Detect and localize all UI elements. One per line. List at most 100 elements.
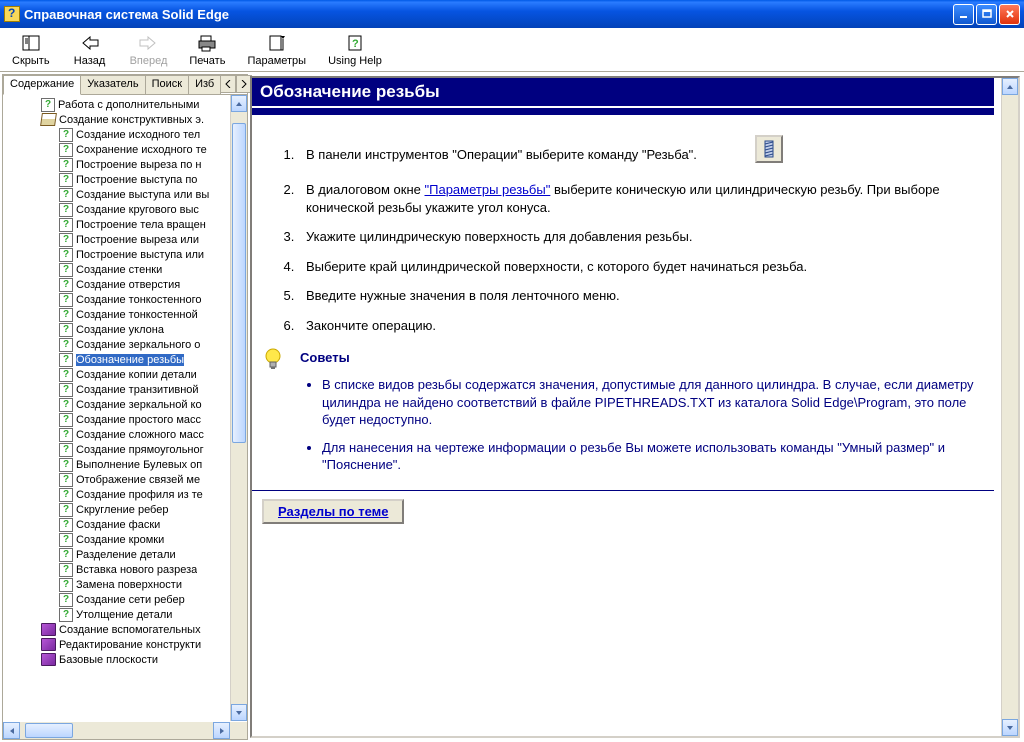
tree-item[interactable]: Базовые плоскости xyxy=(7,652,247,667)
tree-item[interactable]: ?Обозначение резьбы xyxy=(7,352,247,367)
tree-item[interactable]: ?Создание уклона xyxy=(7,322,247,337)
tree-item[interactable]: ?Работа с дополнительными xyxy=(7,97,247,112)
related-topics-link[interactable]: Разделы по теме xyxy=(278,504,388,519)
tree-item[interactable]: ?Создание прямоугольног xyxy=(7,442,247,457)
scroll-thumb[interactable] xyxy=(25,723,73,738)
help-topic-icon: ? xyxy=(59,338,73,352)
tree-item[interactable]: Создание конструктивных э. xyxy=(7,112,247,127)
tab-favorites[interactable]: Изб xyxy=(188,75,221,94)
scroll-thumb[interactable] xyxy=(232,123,246,443)
scroll-down-arrow[interactable] xyxy=(1002,719,1018,736)
tree-item[interactable]: ?Создание зеркального о xyxy=(7,337,247,352)
help-topic-icon: ? xyxy=(59,593,73,607)
help-topic-icon: ? xyxy=(59,458,73,472)
tree-item[interactable]: ?Выполнение Булевых оп xyxy=(7,457,247,472)
forward-button: Вперед xyxy=(126,31,172,69)
tree-item-label: Создание уклона xyxy=(76,324,164,336)
tree-item[interactable]: ?Создание транзитивной xyxy=(7,382,247,397)
scroll-up-arrow[interactable] xyxy=(1002,78,1018,95)
hide-icon xyxy=(21,33,41,53)
help-topic-icon: ? xyxy=(59,368,73,382)
navigation-pane: Содержание Указатель Поиск Изб ?Работа с… xyxy=(2,74,248,740)
tree-item[interactable]: Создание вспомогательных xyxy=(7,622,247,637)
tree-item[interactable]: ?Замена поверхности xyxy=(7,577,247,592)
tab-search[interactable]: Поиск xyxy=(145,75,189,94)
tree-item-label: Создание тонкостенного xyxy=(76,294,202,306)
help-topic-icon: ? xyxy=(59,533,73,547)
tip-item: В списке видов резьбы содержатся значени… xyxy=(322,376,994,429)
tree-horizontal-scrollbar[interactable] xyxy=(3,722,230,739)
tree-item[interactable]: ?Создание кромки xyxy=(7,532,247,547)
tree-item[interactable]: ?Создание кругового выс xyxy=(7,202,247,217)
tree-item-label: Создание кромки xyxy=(76,534,164,546)
hide-button[interactable]: Скрыть xyxy=(8,31,54,69)
tips-list: В списке видов резьбы содержатся значени… xyxy=(322,376,994,474)
help-topic-icon: ? xyxy=(59,428,73,442)
tree-item[interactable]: ?Создание профиля из те xyxy=(7,487,247,502)
tree-item[interactable]: ?Создание отверстия xyxy=(7,277,247,292)
help-topic-icon: ? xyxy=(59,503,73,517)
book-closed-icon xyxy=(41,638,56,651)
tab-contents[interactable]: Содержание xyxy=(3,75,81,95)
tree-item-label: Создание вспомогательных xyxy=(59,624,201,636)
back-button[interactable]: Назад xyxy=(68,31,112,69)
scroll-up-arrow[interactable] xyxy=(231,95,247,112)
tree-item[interactable]: ?Вставка нового разреза xyxy=(7,562,247,577)
tree-item[interactable]: ?Создание тонкостенной xyxy=(7,307,247,322)
content-vertical-scrollbar[interactable] xyxy=(1001,78,1018,736)
tree-item-label: Создание кругового выс xyxy=(76,204,199,216)
help-topic-icon: ? xyxy=(59,383,73,397)
print-icon xyxy=(197,33,217,53)
help-topic-icon: ? xyxy=(59,563,73,577)
tree-item-label: Создание сложного масс xyxy=(76,429,204,441)
help-topic-icon: ? xyxy=(59,218,73,232)
tree-item[interactable]: ?Создание зеркальной ко xyxy=(7,397,247,412)
tree-item[interactable]: ?Разделение детали xyxy=(7,547,247,562)
tree-item[interactable]: Редактирование конструкти xyxy=(7,637,247,652)
maximize-button[interactable] xyxy=(976,4,997,25)
tree-item[interactable]: ?Создание сети ребер xyxy=(7,592,247,607)
tab-index[interactable]: Указатель xyxy=(80,75,145,94)
options-button[interactable]: Параметры xyxy=(243,31,310,69)
tree-item[interactable]: ?Построение выступа по xyxy=(7,172,247,187)
tree-item[interactable]: ?Создание выступа или вы xyxy=(7,187,247,202)
related-topics-button[interactable]: Разделы по теме xyxy=(262,499,404,524)
scroll-left-arrow[interactable] xyxy=(3,722,20,739)
tree-item[interactable]: ?Создание стенки xyxy=(7,262,247,277)
scroll-down-arrow[interactable] xyxy=(231,704,247,721)
tree-item[interactable]: ?Отображение связей ме xyxy=(7,472,247,487)
tab-scroll-left[interactable] xyxy=(220,75,236,93)
tree-item[interactable]: ?Создание копии детали xyxy=(7,367,247,382)
tree-item-label: Построение выступа по xyxy=(76,174,197,186)
tree-item[interactable]: ?Построение выступа или xyxy=(7,247,247,262)
close-button[interactable] xyxy=(999,4,1020,25)
help-topic-icon: ? xyxy=(59,143,73,157)
scroll-right-arrow[interactable] xyxy=(213,722,230,739)
tree-item-label: Создание простого масс xyxy=(76,414,201,426)
tree-item-label: Построение выступа или xyxy=(76,249,204,261)
tree-item[interactable]: ?Построение тела вращен xyxy=(7,217,247,232)
tree-item[interactable]: ?Создание сложного масс xyxy=(7,427,247,442)
tree-item[interactable]: ?Создание простого масс xyxy=(7,412,247,427)
print-button[interactable]: Печать xyxy=(185,31,229,69)
tree-item[interactable]: ?Создание исходного тел xyxy=(7,127,247,142)
thread-command-icon xyxy=(755,135,783,163)
tip-item: Для нанесения на чертеже информации о ре… xyxy=(322,439,994,474)
tree-item[interactable]: ?Утолщение детали xyxy=(7,607,247,622)
tree-item[interactable]: ?Скругление ребер xyxy=(7,502,247,517)
contents-tree[interactable]: ?Работа с дополнительнымиСоздание констр… xyxy=(3,95,247,739)
tree-item[interactable]: ?Построение выреза или xyxy=(7,232,247,247)
minimize-button[interactable] xyxy=(953,4,974,25)
help-topic-icon: ? xyxy=(59,398,73,412)
tree-item-label: Создание стенки xyxy=(76,264,162,276)
help-topic-icon: ? xyxy=(59,173,73,187)
tree-item[interactable]: ?Создание фаски xyxy=(7,517,247,532)
tree-item[interactable]: ?Построение выреза по н xyxy=(7,157,247,172)
tree-item[interactable]: ?Создание тонкостенного xyxy=(7,292,247,307)
using-help-button[interactable]: ? Using Help xyxy=(324,31,386,69)
tree-vertical-scrollbar[interactable] xyxy=(230,95,247,721)
tree-item[interactable]: ?Сохранение исходного те xyxy=(7,142,247,157)
tree-item-label: Создание транзитивной xyxy=(76,384,199,396)
thread-params-link[interactable]: "Параметры резьбы" xyxy=(425,182,551,197)
window-titlebar: Справочная система Solid Edge xyxy=(0,0,1024,28)
